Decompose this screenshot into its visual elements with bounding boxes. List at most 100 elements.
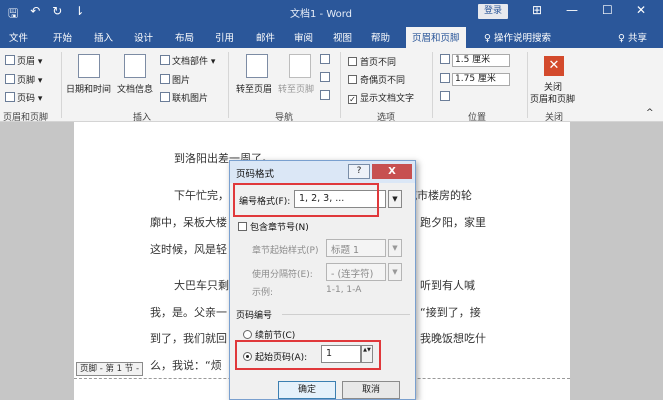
separator-label: 使用分隔符(E): — [252, 270, 313, 280]
next-icon[interactable] — [320, 72, 332, 84]
close-header-footer-icon[interactable]: ✕ — [544, 56, 564, 76]
dialog-close-button[interactable]: X — [372, 164, 412, 179]
divider — [282, 314, 410, 315]
tab-file[interactable]: 文件 — [9, 30, 28, 44]
save-icon[interactable]: 🖫 — [8, 4, 18, 25]
tab-insert[interactable]: 插入 — [94, 30, 113, 44]
header-dropdown[interactable]: 页眉 ▾ — [5, 54, 42, 67]
footer-position-field[interactable]: 1.75 厘米 — [440, 73, 510, 86]
radio-circle — [243, 330, 252, 339]
previous-box — [320, 54, 330, 64]
footer-dropdown[interactable]: 页脚 ▾ — [5, 73, 42, 86]
doc-line: 我，是。父亲一 — [150, 306, 227, 319]
chevron-down-icon[interactable]: ▼ — [388, 263, 402, 281]
ok-button[interactable]: 确定 — [278, 381, 336, 399]
doc-line: “接到了，接 — [420, 306, 481, 319]
login-button[interactable]: 登录 — [478, 4, 508, 19]
goto-header-button[interactable]: 转至页眉 — [236, 82, 272, 95]
online-picture-icon — [160, 92, 170, 102]
maximize-icon[interactable]: ☐ — [602, 3, 613, 17]
header-position-value[interactable]: 1.5 厘米 — [452, 54, 510, 67]
chapter-style-select[interactable]: 标题 1 — [326, 239, 386, 257]
divider — [61, 52, 62, 118]
calendar-icon[interactable] — [78, 54, 100, 78]
ribbon: 页眉 ▾ 页脚 ▾ 页码 ▾ 页眉和页脚 日期和时间 文档信息 文档部件 ▾ 图… — [0, 48, 663, 123]
goto-header-icon[interactable] — [246, 54, 268, 78]
divider — [527, 52, 528, 118]
redo-icon[interactable]: ↻ — [52, 4, 62, 25]
tab-layout[interactable]: 布局 — [175, 30, 194, 44]
header-position-field[interactable]: 1.5 厘米 — [440, 54, 510, 67]
footer-position-value[interactable]: 1.75 厘米 — [452, 73, 510, 86]
doc-line: 跑夕阳，家里 — [420, 216, 486, 229]
goto-footer-icon[interactable] — [289, 54, 311, 78]
page-number-label: 页码 ▾ — [17, 94, 43, 104]
doc-line: 这时候，风是轻 — [150, 243, 227, 256]
tab-review[interactable]: 审阅 — [294, 30, 313, 44]
goto-footer-button[interactable]: 转至页脚 — [278, 82, 314, 95]
quick-access-toolbar: 🖫 ↶ ↻ ⇂ — [8, 4, 84, 25]
insert-alignment-tab-icon[interactable] — [440, 91, 452, 103]
header-icon — [5, 55, 15, 65]
different-first-page-checkbox[interactable]: 首页不同 — [348, 55, 396, 68]
online-picture-button[interactable]: 联机图片 — [160, 91, 208, 104]
tab-references[interactable]: 引用 — [215, 30, 234, 44]
doc-line: 么，我说：“烦 — [150, 359, 222, 372]
doc-line: 下午忙完， — [174, 189, 229, 202]
header-position-icon — [440, 54, 450, 64]
doc-line: 我晚饭想吃什 — [420, 332, 486, 345]
picture-button[interactable]: 图片 — [160, 73, 190, 86]
doc-parts-button[interactable]: 文档部件 ▾ — [160, 54, 215, 67]
ribbon-display-icon[interactable]: ⊞ — [532, 3, 542, 17]
cancel-button[interactable]: 取消 — [342, 381, 400, 399]
tab-home[interactable]: 开始 — [53, 30, 72, 44]
share-button[interactable]: ♀ 共享 — [618, 30, 647, 44]
doc-info-icon[interactable] — [124, 54, 146, 78]
footer-icon — [5, 74, 15, 84]
separator-select[interactable]: - (连字符) — [326, 263, 386, 281]
show-doc-text-checkbox[interactable]: ✓ 显示文档文字 — [348, 91, 414, 104]
doc-line: 大巴车只剩 — [174, 279, 229, 292]
doc-line: 廓中，呆板大楼 — [150, 216, 227, 229]
divider — [340, 52, 341, 118]
include-chapter-label: 包含章节号(N) — [250, 223, 309, 233]
tab-mailings[interactable]: 邮件 — [256, 30, 275, 44]
example-label: 示例: — [252, 288, 274, 298]
chapter-style-label: 章节起始样式(P) — [252, 246, 319, 256]
window-title: 文档1 - Word — [290, 9, 353, 20]
customize-qat-icon[interactable]: ⇂ — [74, 4, 84, 25]
doc-line: 到了，我们就回 — [150, 332, 227, 345]
odd-even-label: 奇偶页不同 — [360, 76, 406, 86]
picture-icon — [160, 74, 170, 84]
close-window-icon[interactable]: ✕ — [636, 3, 646, 17]
undo-icon[interactable]: ↶ — [30, 4, 40, 25]
online-picture-label: 联机图片 — [172, 94, 209, 104]
minimize-icon[interactable]: — — [566, 3, 578, 17]
footer-section-tag: 页脚 - 第 1 节 - — [76, 362, 144, 376]
chevron-down-icon[interactable]: ▼ — [388, 239, 402, 257]
doc-parts-label: 文档部件 ▾ — [172, 57, 216, 67]
include-chapter-checkbox[interactable]: 包含章节号(N) — [238, 220, 309, 233]
link-previous-icon[interactable] — [320, 90, 332, 102]
divider — [228, 52, 229, 118]
different-first-label: 首页不同 — [360, 58, 397, 68]
checkbox-box — [348, 75, 357, 84]
doc-parts-icon — [160, 55, 170, 65]
chevron-down-icon[interactable]: ▼ — [388, 190, 402, 208]
previous-icon[interactable] — [320, 54, 332, 66]
doc-info-button[interactable]: 文档信息 — [117, 82, 153, 95]
tab-design[interactable]: 设计 — [134, 30, 153, 44]
tab-view[interactable]: 视图 — [333, 30, 352, 44]
help-icon[interactable]: ? — [348, 164, 370, 179]
close-header-footer-label-2[interactable]: 页眉和页脚 — [530, 92, 575, 105]
date-time-button[interactable]: 日期和时间 — [66, 82, 111, 95]
tell-me-search[interactable]: ♀ 操作说明搜索 — [484, 30, 551, 44]
picture-label: 图片 — [172, 76, 191, 86]
collapse-ribbon-icon[interactable]: ^ — [646, 108, 654, 118]
page-number-dropdown[interactable]: 页码 ▾ — [5, 91, 42, 104]
odd-even-checkbox[interactable]: 奇偶页不同 — [348, 73, 405, 86]
tab-help[interactable]: 帮助 — [371, 30, 390, 44]
example-value: 1-1, 1-A — [326, 285, 362, 295]
tab-header-footer[interactable]: 页眉和页脚 — [406, 27, 466, 48]
divider — [432, 52, 433, 118]
